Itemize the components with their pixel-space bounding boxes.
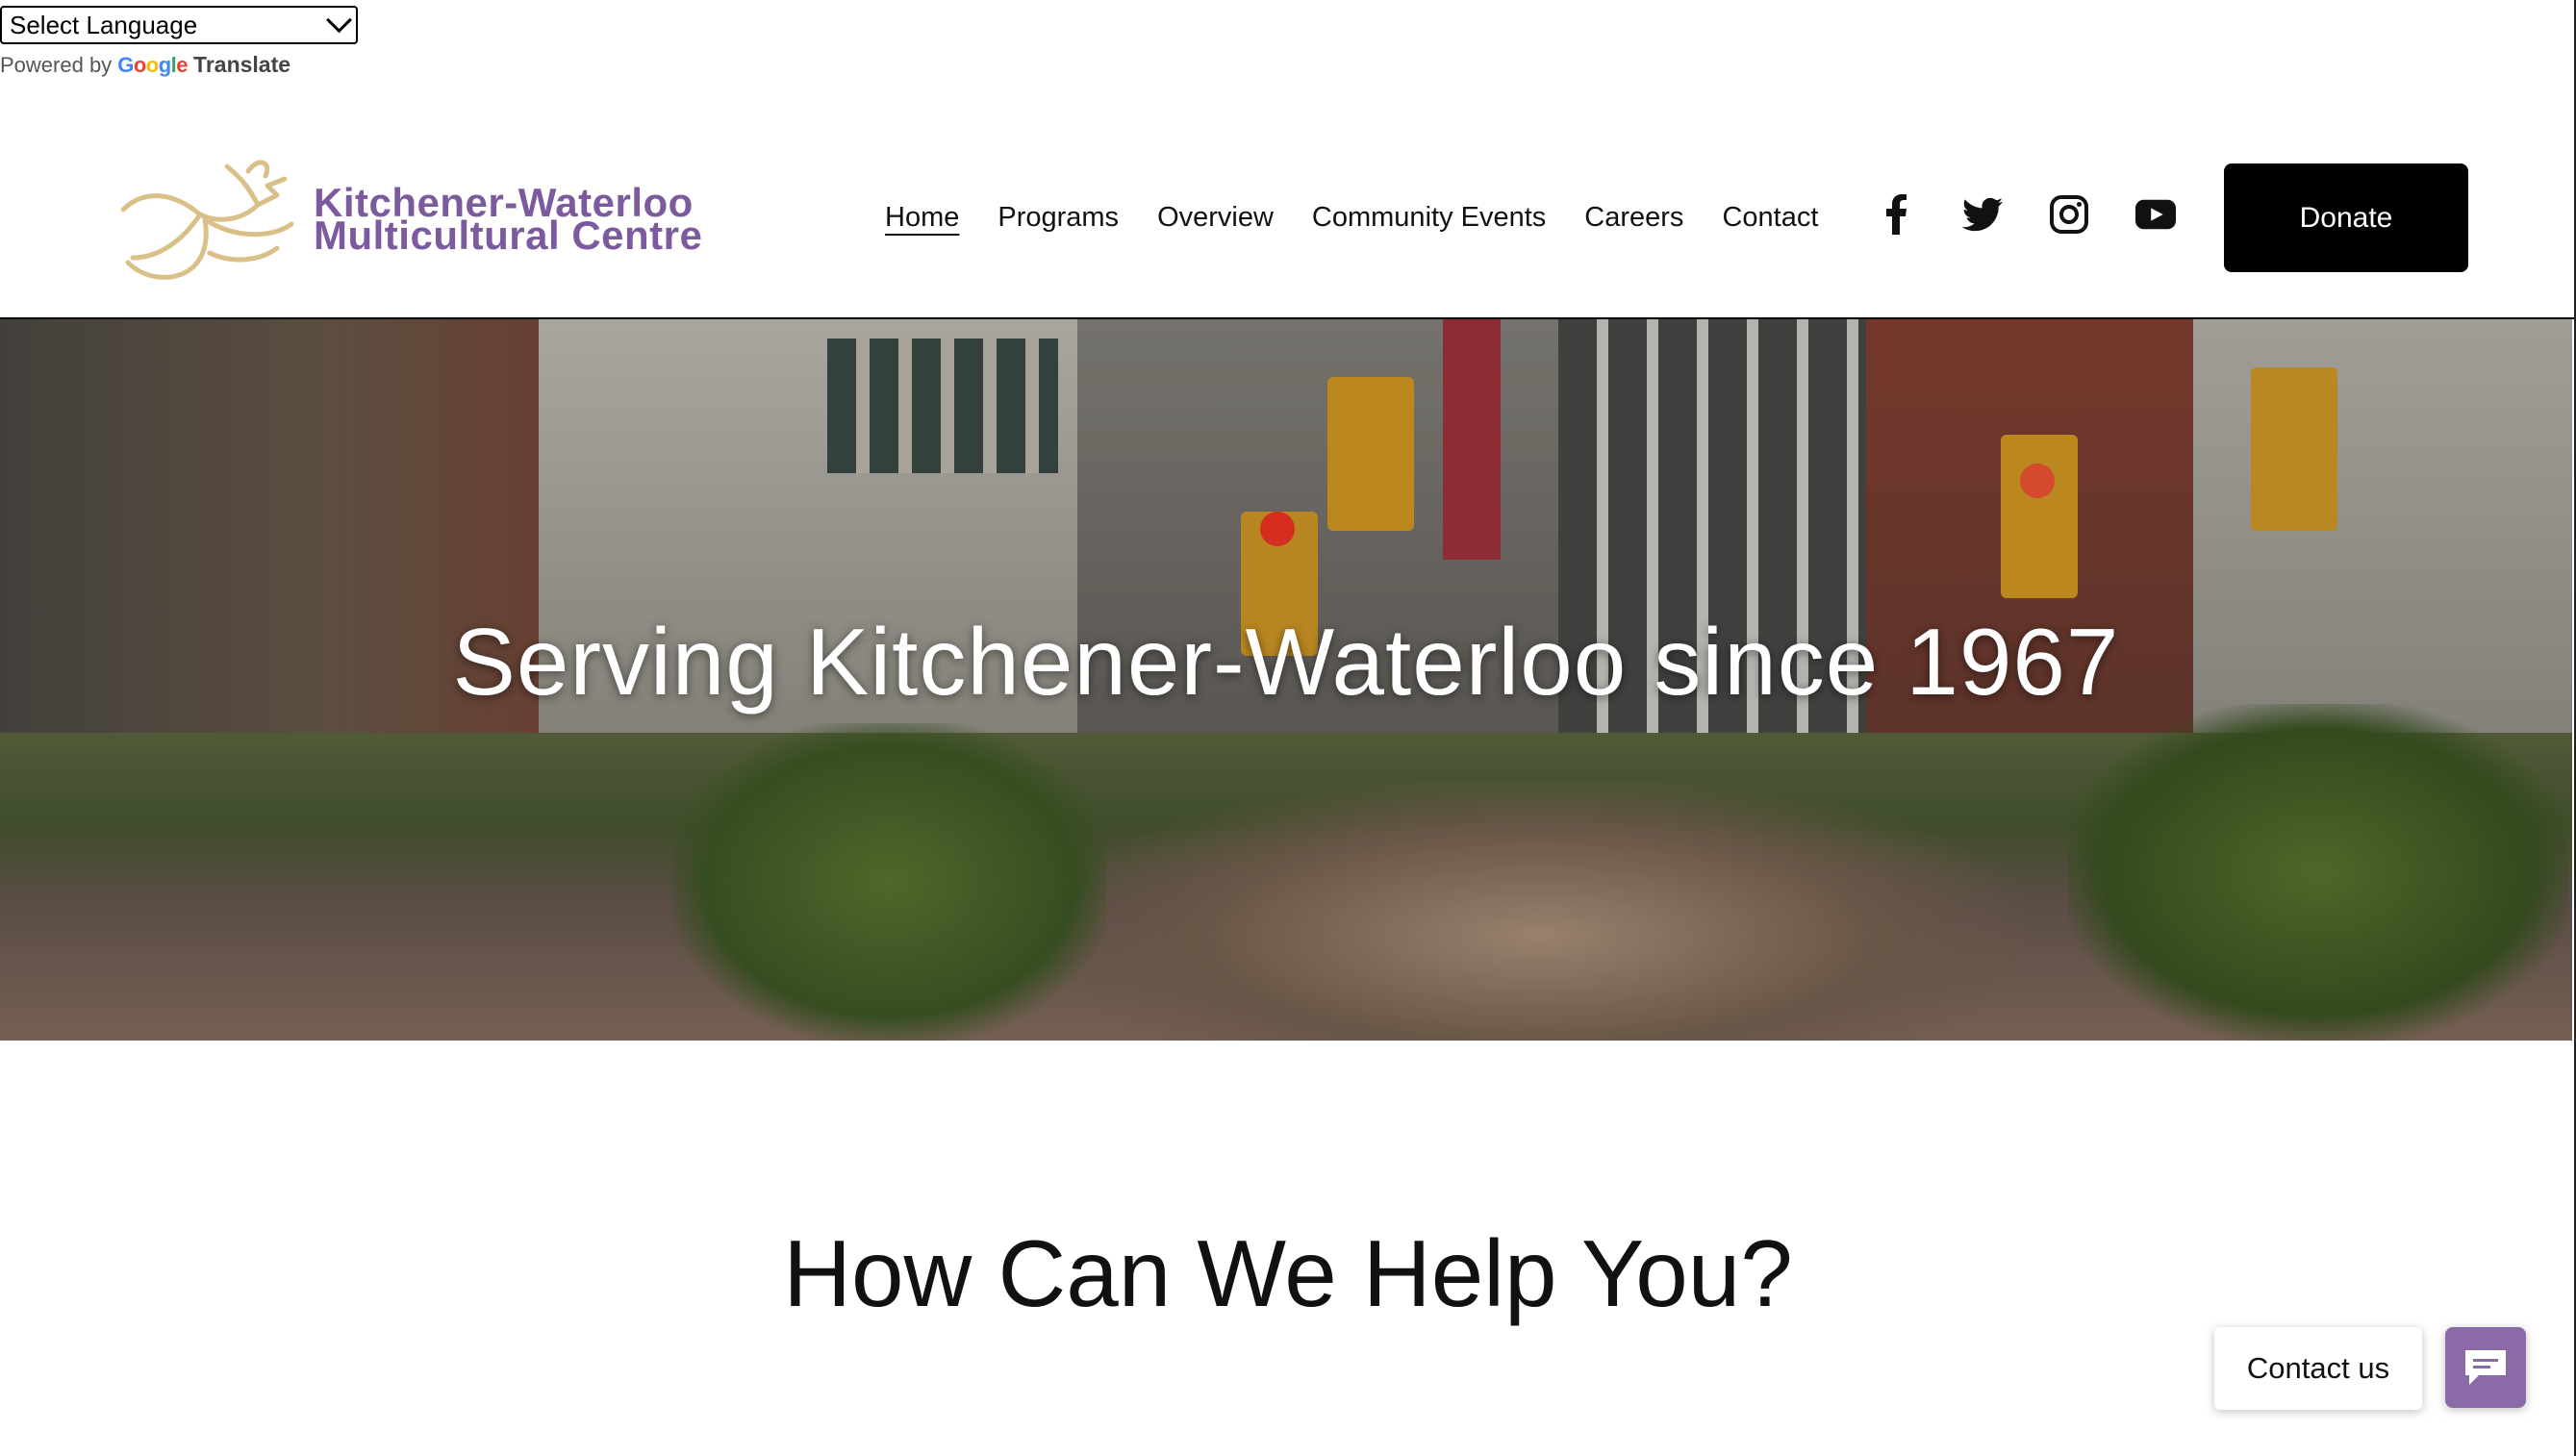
google-logo[interactable]: Google bbox=[117, 53, 188, 78]
chat-button[interactable] bbox=[2445, 1327, 2526, 1408]
nav-item-contact[interactable]: Contact bbox=[1722, 202, 1818, 234]
nav-item-community-events[interactable]: Community Events bbox=[1312, 202, 1546, 234]
youtube-icon[interactable] bbox=[2135, 194, 2176, 235]
section-title: How Can We Help You? bbox=[783, 1220, 1793, 1326]
language-select[interactable]: Select Language bbox=[0, 6, 358, 44]
language-select-value: Select Language bbox=[10, 10, 198, 39]
nav-item-home[interactable]: Home bbox=[885, 202, 959, 234]
nav-item-overview[interactable]: Overview bbox=[1157, 202, 1274, 234]
translate-word: Translate bbox=[193, 52, 291, 77]
nav-item-programs[interactable]: Programs bbox=[998, 202, 1119, 234]
chevron-down-icon bbox=[326, 6, 352, 33]
chat-bubble-icon bbox=[2465, 1350, 2506, 1385]
hero-title: Serving Kitchener-Waterloo since 1967 bbox=[452, 609, 2120, 715]
powered-by-google-translate: Powered by Google Translate bbox=[0, 52, 358, 78]
google-translate-widget: Select Language Powered by Google Transl… bbox=[0, 6, 358, 78]
dove-logo-icon bbox=[120, 160, 294, 280]
contact-us-button[interactable]: Contact us bbox=[2214, 1327, 2422, 1410]
facebook-icon[interactable] bbox=[1876, 194, 1916, 235]
powered-by-text: Powered by bbox=[0, 52, 113, 77]
instagram-icon[interactable] bbox=[2049, 194, 2089, 235]
twitter-icon[interactable] bbox=[1962, 194, 2003, 235]
nav-item-careers[interactable]: Careers bbox=[1584, 202, 1683, 234]
social-links bbox=[1876, 194, 2176, 235]
site-logo[interactable]: Kitchener-Waterloo Multicultural Centre bbox=[114, 152, 702, 287]
main-nav: Home Programs Overview Community Events … bbox=[885, 202, 1818, 234]
logo-line-2: Multicultural Centre bbox=[314, 213, 703, 258]
site-header: Kitchener-Waterloo Multicultural Centre … bbox=[0, 106, 2576, 317]
logo-text: Kitchener-Waterloo Multicultural Centre bbox=[314, 183, 703, 258]
donate-button[interactable]: Donate bbox=[2224, 163, 2468, 272]
hero-banner: Serving Kitchener-Waterloo since 1967 bbox=[0, 319, 2572, 1041]
